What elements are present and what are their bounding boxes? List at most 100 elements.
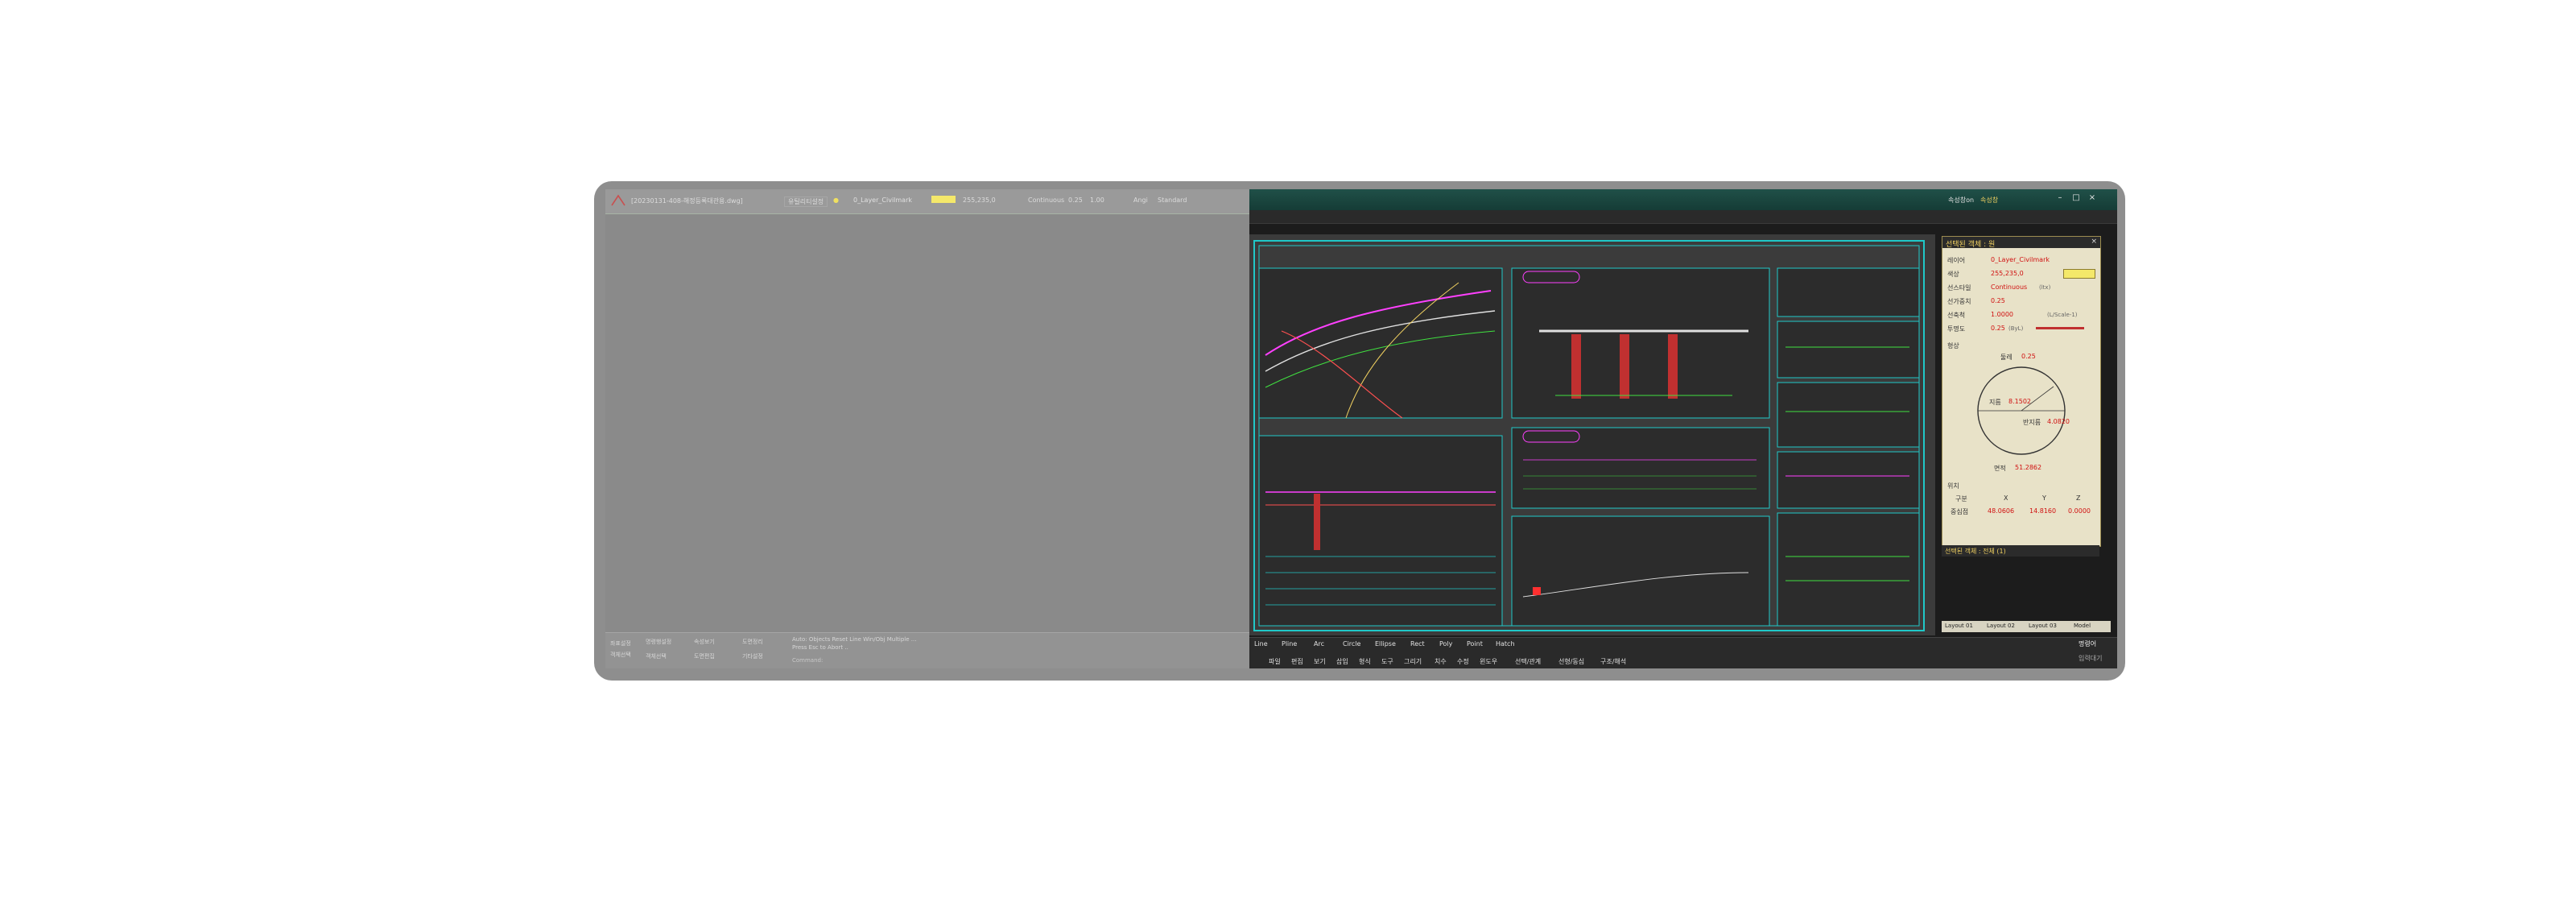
prop-linetype-sub: (ltx) bbox=[2039, 284, 2051, 291]
circ-value: 0.25 bbox=[2021, 353, 2036, 360]
cmd-left-top[interactable]: 좌표설정 bbox=[610, 639, 631, 648]
pos-y[interactable]: 14.8160 bbox=[2029, 507, 2056, 515]
close-icon[interactable]: × bbox=[2087, 193, 2098, 205]
menu-tools[interactable]: 도구 bbox=[1381, 657, 1393, 666]
drawing-canvas[interactable] bbox=[1249, 234, 1935, 635]
menu-dimension[interactable]: 치수 bbox=[1435, 657, 1447, 666]
prop-color-label: 색상 bbox=[1947, 271, 1959, 278]
cmd-log-2: Press Esc to Abort .. bbox=[792, 644, 848, 651]
radius-value: 4.0820 bbox=[2047, 418, 2070, 425]
bulb-icon[interactable]: ● bbox=[833, 197, 839, 204]
tool-ellipse[interactable]: Ellipse bbox=[1375, 640, 1396, 648]
line-weight[interactable]: 0.25 bbox=[1068, 197, 1083, 204]
prop-scale-sub: (L/Scale-1) bbox=[2047, 312, 2078, 318]
menu-edit[interactable]: 편집 bbox=[1291, 657, 1303, 666]
tool-arc[interactable]: Arc bbox=[1314, 640, 1324, 648]
tool-hatch[interactable]: Hatch bbox=[1496, 640, 1515, 648]
color-swatch[interactable] bbox=[931, 196, 956, 203]
tool-rect[interactable]: Rect bbox=[1410, 640, 1425, 648]
pos-x[interactable]: 48.0606 bbox=[1988, 507, 2014, 515]
app-logo-icon bbox=[611, 194, 625, 206]
prop-scale-value[interactable]: 1.0000 bbox=[1991, 311, 2013, 318]
right-title-bar: 속성창on 속성창 – □ × bbox=[1249, 189, 2117, 210]
right-screen: 속성창on 속성창 – □ × 선택된 객체: 원 × 레이어 0_Layer… bbox=[1249, 189, 2117, 668]
prop-color-value[interactable]: 255,235,0 bbox=[1991, 270, 2024, 277]
pos-header-z: Z bbox=[2076, 494, 2081, 502]
cmd-btn-4[interactable]: 객체선택 bbox=[646, 652, 667, 660]
menu-structure[interactable]: 구조/해석 bbox=[1600, 657, 1626, 666]
tool-line[interactable]: Line bbox=[1254, 640, 1268, 648]
pos-header-y: Y bbox=[2042, 494, 2046, 502]
prop-scale-label: 선축척 bbox=[1947, 312, 1966, 319]
prop-transparency-sub: (ByL) bbox=[2008, 325, 2024, 332]
radius-label: 반지름 bbox=[2023, 419, 2041, 426]
cmd-btn-1[interactable]: 명령행설정 bbox=[646, 638, 671, 646]
left-file-title: [20230131-408-해정등록대관용.dwg] bbox=[631, 197, 743, 205]
bottom-toolbar: Line Pline Arc Circle Ellipse Rect Poly … bbox=[1249, 637, 2117, 668]
text-style-label: Angi bbox=[1133, 197, 1148, 204]
layout-tab-2[interactable]: Layout 02 bbox=[1987, 623, 2015, 629]
tool-pline[interactable]: Pline bbox=[1282, 640, 1297, 648]
tool-poly[interactable]: Poly bbox=[1439, 640, 1452, 648]
cmd-btn-2[interactable]: 속성보기 bbox=[694, 638, 715, 646]
prop-transparency-label: 투명도 bbox=[1947, 325, 1966, 333]
panel-close-icon[interactable]: × bbox=[2091, 238, 2097, 246]
menu-file[interactable]: 파일 bbox=[1269, 657, 1281, 666]
menu-insert[interactable]: 삽입 bbox=[1336, 657, 1348, 666]
prop-linetype-label: 선스타일 bbox=[1947, 284, 1971, 292]
device-frame: [20230131-408-해정등록대관용.dwg] 유틸리티설정 ● 0_La… bbox=[594, 181, 2125, 681]
menu-view[interactable]: 보기 bbox=[1314, 657, 1326, 666]
prop-transparency-value[interactable]: 0.25 bbox=[1991, 325, 2005, 332]
menu-modify[interactable]: 수정 bbox=[1457, 657, 1469, 666]
area-value: 51.2862 bbox=[2015, 464, 2042, 471]
cmd-btn-6[interactable]: 기타설정 bbox=[742, 652, 763, 660]
pos-header-type: 구분 bbox=[1955, 495, 1967, 503]
menu-window[interactable]: 윈도우 bbox=[1480, 657, 1497, 666]
menu-linear[interactable]: 선형/동심 bbox=[1558, 657, 1584, 666]
command-area: 좌표설정 객체선택 명령행설정 속성보기 도면정리 객체선택 도면편집 기타설정… bbox=[605, 632, 1249, 668]
pos-header-x: X bbox=[2004, 494, 2008, 502]
corner-sub: 입력대기 bbox=[2079, 655, 2103, 662]
props-header: 선택된 객체 : 원 × bbox=[1942, 237, 2100, 249]
circ-label: 둘레 bbox=[2000, 354, 2013, 361]
cmd-left-bottom[interactable]: 객체선택 bbox=[610, 651, 631, 659]
area-label: 면적 bbox=[1994, 465, 2006, 472]
layout-tabs: Layout 01 Layout 02 Layout 03 Model bbox=[1942, 621, 2111, 632]
props-toggle-button[interactable]: 속성창on bbox=[1948, 196, 1974, 205]
menu-draw[interactable]: 그리기 bbox=[1404, 657, 1422, 666]
layout-tab-model[interactable]: Model bbox=[2074, 623, 2091, 629]
pos-row-label: 중심점 bbox=[1951, 508, 1969, 515]
text-style-value[interactable]: Standard bbox=[1158, 197, 1187, 204]
layer-name[interactable]: 0_Layer_Civilmark bbox=[853, 197, 912, 204]
maximize-icon[interactable]: □ bbox=[2070, 193, 2082, 205]
line-scale[interactable]: 1.00 bbox=[1090, 197, 1104, 204]
minimize-icon[interactable]: – bbox=[2054, 193, 2066, 205]
cmd-btn-3[interactable]: 도면정리 bbox=[742, 638, 763, 646]
pos-z[interactable]: 0.0000 bbox=[2068, 507, 2091, 515]
cmd-log-1: Auto: Objects Reset Line Win/Obj Multipl… bbox=[792, 636, 917, 643]
prop-color-swatch[interactable] bbox=[2063, 269, 2095, 279]
position-table: 구분 X Y Z 중심점 48.0606 14.8160 0.0000 bbox=[1947, 493, 2095, 519]
transparency-slider[interactable] bbox=[2036, 327, 2084, 329]
left-title-bar: [20230131-408-해정등록대관용.dwg] 유틸리티설정 ● 0_La… bbox=[605, 189, 1249, 214]
menu-select[interactable]: 선택/관계 bbox=[1515, 657, 1541, 666]
prop-layer-label: 레이어 bbox=[1947, 257, 1966, 264]
tool-circle[interactable]: Circle bbox=[1343, 640, 1360, 648]
utility-settings-tab[interactable]: 유틸리티설정 bbox=[784, 197, 828, 207]
tool-point[interactable]: Point bbox=[1467, 640, 1483, 648]
linetype-name[interactable]: Continuous bbox=[1028, 197, 1064, 204]
properties-panel: 선택된 객체 : 원 × 레이어 0_Layer_Civilmark 색상 25… bbox=[1942, 236, 2101, 547]
prop-layer-value[interactable]: 0_Layer_Civilmark bbox=[1991, 256, 2050, 263]
props-button[interactable]: 속성창 bbox=[1980, 196, 1998, 205]
layout-tab-1[interactable]: Layout 01 bbox=[1945, 623, 1973, 629]
layout-tab-3[interactable]: Layout 03 bbox=[2029, 623, 2057, 629]
cmd-btn-5[interactable]: 도면편집 bbox=[694, 652, 715, 660]
prop-linetype-value[interactable]: Continuous bbox=[1991, 283, 2027, 291]
prop-weight-value[interactable]: 0.25 bbox=[1991, 297, 2005, 304]
cmd-prompt[interactable]: Command: bbox=[792, 657, 823, 664]
ribbon-bar bbox=[1249, 210, 2117, 224]
menu-format[interactable]: 형식 bbox=[1359, 657, 1371, 666]
props-header-text: 선택된 객체 : 원 bbox=[1946, 241, 1996, 249]
left-screen: [20230131-408-해정등록대관용.dwg] 유틸리티설정 ● 0_La… bbox=[605, 189, 1249, 668]
shape-label: 형상 bbox=[1947, 342, 1959, 350]
